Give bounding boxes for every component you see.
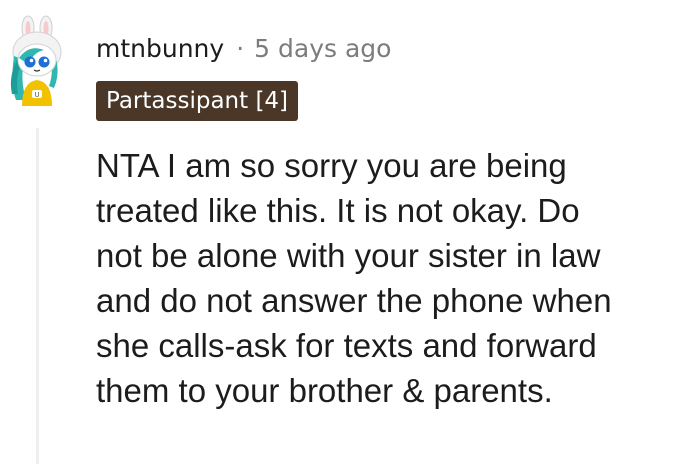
comment-body-line: not be alone with your sister in law [96, 237, 601, 274]
bunny-avatar-icon: U [10, 15, 62, 106]
comment-body-line: them to your brother & parents. [96, 372, 553, 409]
comment-timestamp[interactable]: 5 days ago [254, 34, 391, 63]
comment-body: NTA I am so sorry you are being treated … [96, 143, 700, 413]
comment-meta: mtnbunny · 5 days ago [96, 30, 391, 66]
svg-text:U: U [34, 91, 39, 99]
comment: U mtnbunny · 5 days ago Partassipant [4]… [0, 0, 700, 464]
user-avatar[interactable]: U [4, 14, 74, 110]
meta-separator: · [236, 33, 245, 63]
comment-body-line: NTA I am so sorry you are being [96, 147, 567, 184]
user-flair-badge[interactable]: Partassipant [4] [96, 81, 299, 121]
thread-collapse-line[interactable] [36, 128, 39, 464]
comment-body-line: she calls-ask for texts and forward [96, 327, 597, 364]
comment-body-line: and do not answer the phone when [96, 282, 612, 319]
comment-body-line: treated like this. It is not okay. Do [96, 192, 580, 229]
username-link[interactable]: mtnbunny [96, 34, 224, 63]
